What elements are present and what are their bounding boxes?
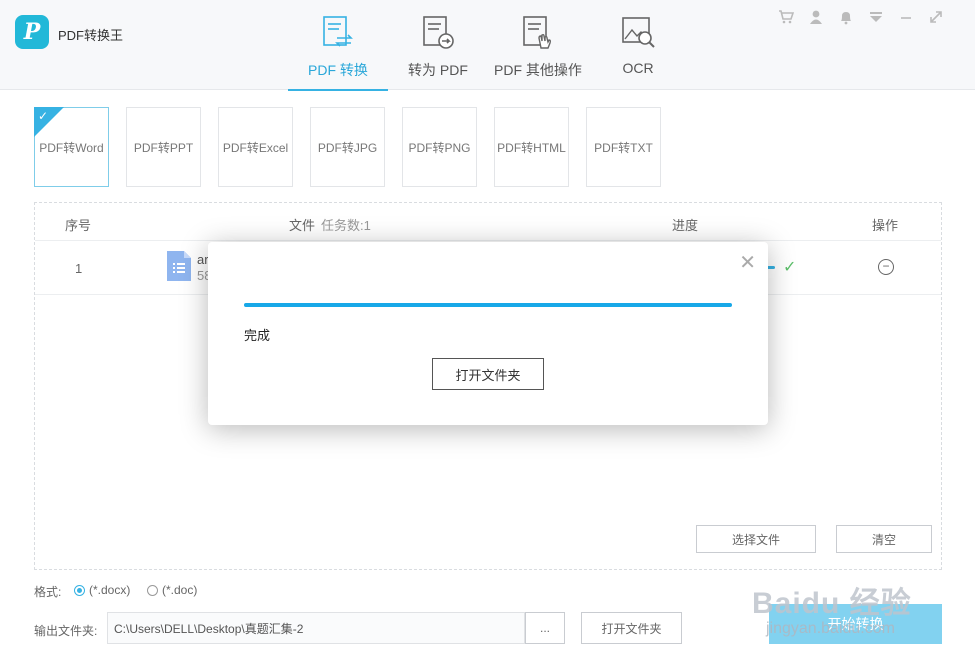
- checkmark-icon: ✓: [38, 109, 49, 123]
- radio-dot: [74, 584, 85, 596]
- header-file: 文件: [289, 218, 316, 233]
- format-label: PDF转HTML: [497, 140, 566, 155]
- ocr-icon: [622, 17, 655, 48]
- open-folder-button[interactable]: 打开文件夹: [581, 612, 682, 644]
- window-controls: [777, 8, 945, 26]
- format-pdf-to-png[interactable]: PDF转PNG: [402, 107, 477, 187]
- format-label: PDF转PPT: [133, 140, 194, 155]
- radio-dot: [147, 584, 158, 596]
- format-pdf-to-jpg[interactable]: PDF转JPG: [310, 107, 385, 187]
- progress-fill: [244, 303, 732, 307]
- radio-label: (*.doc): [162, 583, 198, 597]
- format-label: PDF转JPG: [317, 140, 378, 155]
- maximize-icon[interactable]: [927, 8, 945, 26]
- bell-icon[interactable]: [837, 8, 855, 26]
- radio-label: (*.docx): [89, 583, 131, 597]
- pdf-other-ops-icon: [523, 16, 552, 49]
- tab-label: PDF 其他操作: [494, 62, 582, 78]
- user-icon[interactable]: [807, 8, 825, 26]
- tab-pdf-other-ops[interactable]: PDF 其他操作: [488, 0, 588, 90]
- tab-label: PDF 转换: [308, 62, 368, 78]
- active-tab-indicator: [288, 89, 388, 91]
- tab-ocr[interactable]: OCR: [588, 0, 688, 90]
- header-action: 操作: [872, 218, 899, 233]
- app-logo-icon: P: [15, 15, 49, 49]
- output-folder-label: 输出文件夹:: [34, 624, 98, 638]
- radio-docx[interactable]: (*.docx): [74, 583, 130, 597]
- tab-pdf-convert[interactable]: PDF 转换: [288, 0, 388, 91]
- format-label: PDF转Excel: [222, 140, 289, 155]
- clear-button[interactable]: 清空: [836, 525, 932, 553]
- table-header: 序号 文件 任务数:1 进度 操作: [35, 203, 941, 241]
- app-title: PDF转换王: [58, 28, 124, 43]
- output-path-input[interactable]: [107, 612, 525, 644]
- format-label: PDF转Word: [39, 140, 104, 155]
- dialog-open-folder-button[interactable]: 打开文件夹: [432, 358, 544, 390]
- remove-row-icon[interactable]: −: [878, 259, 894, 275]
- pdf-convert-icon: [323, 16, 353, 47]
- format-label: PDF转PNG: [408, 140, 471, 155]
- header-index: 序号: [65, 218, 92, 233]
- to-pdf-icon: [423, 16, 454, 49]
- completion-dialog: ✕ 完成 打开文件夹: [208, 242, 768, 425]
- format-pdf-to-excel[interactable]: PDF转Excel: [218, 107, 293, 187]
- progress-track: [244, 303, 732, 307]
- format-label: PDF转TXT: [594, 140, 653, 155]
- format-pdf-to-ppt[interactable]: PDF转PPT: [126, 107, 201, 187]
- header-progress: 进度: [672, 218, 699, 233]
- download-icon[interactable]: [867, 8, 885, 26]
- tab-label: OCR: [622, 60, 654, 76]
- start-convert-label: 开始转换: [827, 616, 884, 632]
- header-task-count: 任务数:1: [321, 218, 371, 233]
- tab-to-pdf[interactable]: 转为 PDF: [388, 0, 488, 90]
- start-convert-button[interactable]: 开始转换: [769, 604, 942, 644]
- browse-button[interactable]: ...: [525, 612, 565, 644]
- close-icon[interactable]: ✕: [739, 250, 756, 275]
- minimize-icon[interactable]: [897, 8, 915, 26]
- status-text: 完成: [244, 328, 271, 343]
- tab-label: 转为 PDF: [408, 62, 468, 78]
- done-check-icon: ✓: [783, 259, 797, 276]
- word-document-icon: [167, 251, 191, 281]
- row-index: 1: [75, 261, 83, 276]
- file-name: ar: [197, 252, 209, 267]
- cart-icon[interactable]: [777, 8, 795, 26]
- format-pdf-to-word[interactable]: ✓ PDF转Word: [34, 107, 109, 187]
- radio-doc[interactable]: (*.doc): [147, 583, 197, 597]
- format-pdf-to-html[interactable]: PDF转HTML: [494, 107, 569, 187]
- select-files-button[interactable]: 选择文件: [696, 525, 816, 553]
- format-pdf-to-txt[interactable]: PDF转TXT: [586, 107, 661, 187]
- header-bar: P PDF转换王 PDF 转换 转为 PDF PDF 其他操作 OCR: [0, 0, 975, 91]
- format-label: 格式:: [34, 585, 62, 599]
- format-options: ✓ PDF转Word PDF转PPT PDF转Excel PDF转JPG PDF…: [34, 107, 661, 187]
